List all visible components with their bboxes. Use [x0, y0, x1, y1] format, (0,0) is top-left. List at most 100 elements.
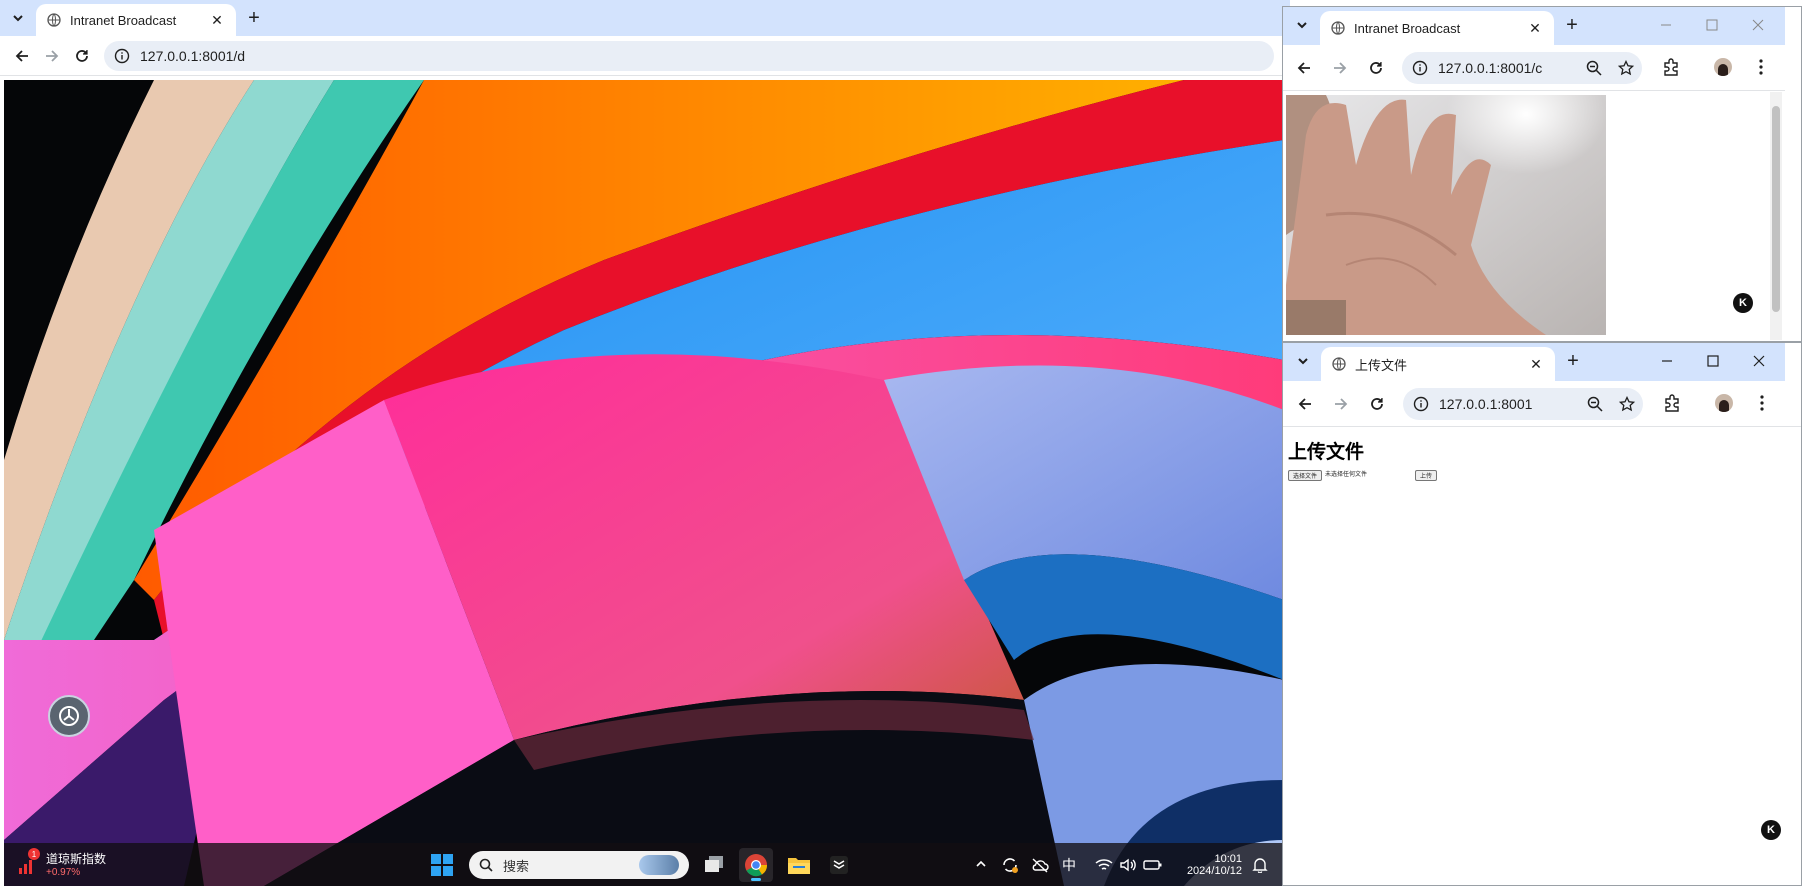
upload-button[interactable]: 上传 [1415, 470, 1437, 481]
info-icon[interactable] [1412, 60, 1428, 76]
weather-stock-widget[interactable]: 1 道琼斯指数 +0.97% [16, 847, 116, 881]
star-icon[interactable] [1618, 60, 1634, 76]
avatar [1714, 58, 1732, 76]
close-icon[interactable]: ✕ [208, 11, 226, 29]
popup-bottom-forward-button[interactable] [1327, 390, 1355, 418]
ime-indicator[interactable]: 中 [1058, 854, 1080, 876]
file-explorer-icon [788, 858, 810, 874]
tab-search-button[interactable] [6, 6, 30, 30]
forward-icon [1335, 398, 1348, 410]
chevron-up-icon [976, 860, 986, 867]
tab-title: Intranet Broadcast [70, 12, 177, 28]
popup-bottom-new-tab-button[interactable]: + [1561, 349, 1585, 373]
main-tab[interactable]: Intranet Broadcast ✕ [36, 4, 236, 36]
globe-icon [1330, 20, 1346, 36]
cloud-tray-icon[interactable] [1030, 855, 1050, 875]
choose-file-button[interactable]: 选择文件 [1288, 470, 1322, 481]
popup-top-more-button[interactable] [1748, 54, 1774, 80]
app-taskbar-button[interactable] [826, 852, 852, 878]
popup-bottom-extensions-button[interactable] [1659, 390, 1685, 416]
more-icon [1759, 59, 1763, 75]
more-icon [1760, 395, 1764, 411]
assistant-floating-button[interactable] [48, 695, 90, 737]
desktop-wallpaper [4, 80, 1284, 886]
popup-top-tab-search-button[interactable] [1290, 13, 1314, 37]
start-button[interactable] [429, 852, 455, 878]
active-indicator [751, 878, 761, 881]
file-status-text: 未选择任何文件 [1325, 472, 1368, 478]
popup-bottom-back-button[interactable] [1291, 390, 1319, 418]
popup-bottom-reload-button[interactable] [1363, 390, 1391, 418]
popup-bottom-minimize-button[interactable] [1644, 346, 1690, 376]
floating-k-badge[interactable]: K [1733, 293, 1753, 313]
clock[interactable]: 10:01 2024/10/12 [1172, 849, 1242, 881]
search-highlight-image [639, 855, 679, 875]
taskbar-search-box[interactable]: 搜索 [469, 851, 689, 879]
floating-k-badge[interactable]: K [1761, 820, 1781, 840]
popup-top-avatar[interactable] [1710, 54, 1736, 80]
network-button[interactable] [1094, 855, 1114, 875]
show-hidden-icons-button[interactable] [972, 855, 990, 873]
chevron-down-icon [1297, 22, 1307, 29]
url-text: 127.0.0.1:8001 [1439, 396, 1533, 412]
battery-button[interactable] [1142, 855, 1164, 875]
popup-top-back-button[interactable] [1290, 54, 1318, 82]
zoom-icon[interactable] [1587, 396, 1603, 412]
popup-top-tab[interactable]: Intranet Broadcast ✕ [1320, 11, 1554, 45]
popup-top-forward-button[interactable] [1326, 54, 1354, 82]
file-explorer-button[interactable] [786, 852, 812, 878]
close-icon[interactable]: ✕ [1527, 355, 1545, 373]
popup-top-address-bar[interactable]: 127.0.0.1:8001/c [1402, 52, 1642, 84]
maximize-icon [1706, 19, 1718, 31]
sync-tray-icon[interactable] [1000, 855, 1020, 875]
back-button[interactable] [8, 42, 36, 70]
tab-title: Intranet Broadcast [1354, 20, 1461, 36]
close-icon [1752, 19, 1764, 31]
new-tab-button[interactable]: + [242, 6, 266, 30]
task-view-button[interactable] [701, 852, 727, 878]
popup-top-extensions-button[interactable] [1658, 54, 1684, 80]
sync-icon [1003, 858, 1018, 873]
chrome-taskbar-button[interactable] [739, 848, 773, 882]
popup-bottom-maximize-button[interactable] [1690, 346, 1736, 376]
reload-button[interactable] [68, 42, 96, 70]
taskbar: 1 道琼斯指数 +0.97% 搜索 中 10:01 2024/10/12 [4, 843, 1284, 886]
close-icon [1753, 355, 1765, 367]
search-placeholder: 搜索 [503, 858, 530, 874]
chrome-icon [745, 854, 768, 877]
notification-button[interactable] [1250, 855, 1270, 875]
reload-icon [1371, 398, 1383, 410]
popup-bottom-address-bar[interactable]: 127.0.0.1:8001 [1403, 388, 1643, 420]
assistant-icon [59, 706, 79, 726]
popup-bottom-more-button[interactable] [1749, 390, 1775, 416]
popup-bottom-close-button[interactable] [1736, 346, 1782, 376]
volume-button[interactable] [1118, 855, 1138, 875]
clock-date: 2024/10/12 [1186, 865, 1242, 877]
popup-top-new-tab-button[interactable]: + [1560, 13, 1584, 37]
stock-chart-icon: 1 [16, 848, 40, 876]
popup-bottom-avatar[interactable] [1711, 390, 1737, 416]
back-icon [1297, 62, 1310, 74]
reload-icon [1370, 62, 1382, 74]
close-icon[interactable]: ✕ [1526, 19, 1544, 37]
popup-top-reload-button[interactable] [1362, 54, 1390, 82]
volume-icon [1120, 858, 1136, 872]
back-icon [1298, 398, 1311, 410]
popup-bottom-tab-search-button[interactable] [1291, 349, 1315, 373]
popup-bottom-tab[interactable]: 上传文件 ✕ [1321, 347, 1555, 381]
forward-button[interactable] [38, 42, 66, 70]
wifi-icon [1095, 859, 1113, 870]
info-icon[interactable] [1413, 396, 1429, 412]
info-icon[interactable] [114, 48, 130, 64]
search-icon [479, 858, 493, 872]
task-view-icon [705, 856, 723, 872]
zoom-icon[interactable] [1586, 60, 1602, 76]
popup-top-close-button[interactable] [1735, 10, 1781, 40]
popup-top-minimize-button[interactable] [1643, 10, 1689, 40]
forward-icon [1334, 62, 1347, 74]
scrollbar-thumb[interactable] [1772, 106, 1780, 312]
address-bar[interactable]: 127.0.0.1:8001/d [104, 41, 1274, 71]
popup-top-scrollbar[interactable] [1770, 92, 1782, 340]
star-icon[interactable] [1619, 396, 1635, 412]
popup-top-maximize-button[interactable] [1689, 10, 1735, 40]
